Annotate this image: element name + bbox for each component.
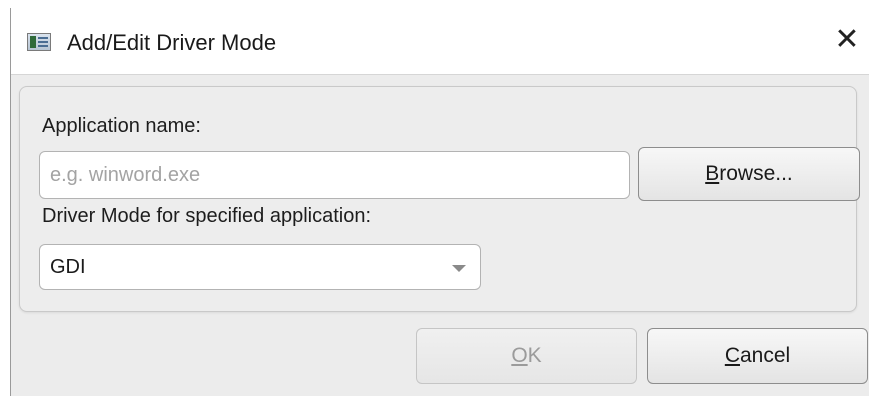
ok-button[interactable]: OK — [416, 328, 637, 384]
driver-mode-value: GDI — [50, 256, 86, 278]
cancel-label: ancel — [739, 344, 791, 367]
browse-label: rowse... — [719, 162, 793, 185]
ok-mnemonic: O — [511, 344, 528, 367]
browse-button[interactable]: Browse... — [638, 147, 860, 201]
dialog-window: Add/Edit Driver Mode ✕ Application name:… — [10, 8, 869, 396]
browse-mnemonic: B — [705, 162, 720, 185]
driver-mode-select[interactable]: GDI — [39, 244, 481, 290]
application-name-label: Application name: — [42, 115, 201, 137]
cancel-button[interactable]: Cancel — [647, 328, 868, 384]
ok-label: K — [527, 344, 542, 367]
chevron-down-icon[interactable] — [452, 265, 466, 272]
title-bar[interactable]: Add/Edit Driver Mode ✕ — [11, 8, 869, 75]
settings-group: Application name: Browse... Driver Mode … — [19, 86, 860, 312]
window-title: Add/Edit Driver Mode — [67, 30, 277, 55]
app-window-icon — [27, 33, 51, 51]
application-name-field-frame — [39, 151, 630, 199]
close-icon[interactable]: ✕ — [831, 25, 863, 57]
cancel-mnemonic: C — [724, 344, 740, 367]
driver-mode-label: Driver Mode for specified application: — [42, 205, 372, 227]
application-name-input[interactable] — [40, 152, 629, 198]
